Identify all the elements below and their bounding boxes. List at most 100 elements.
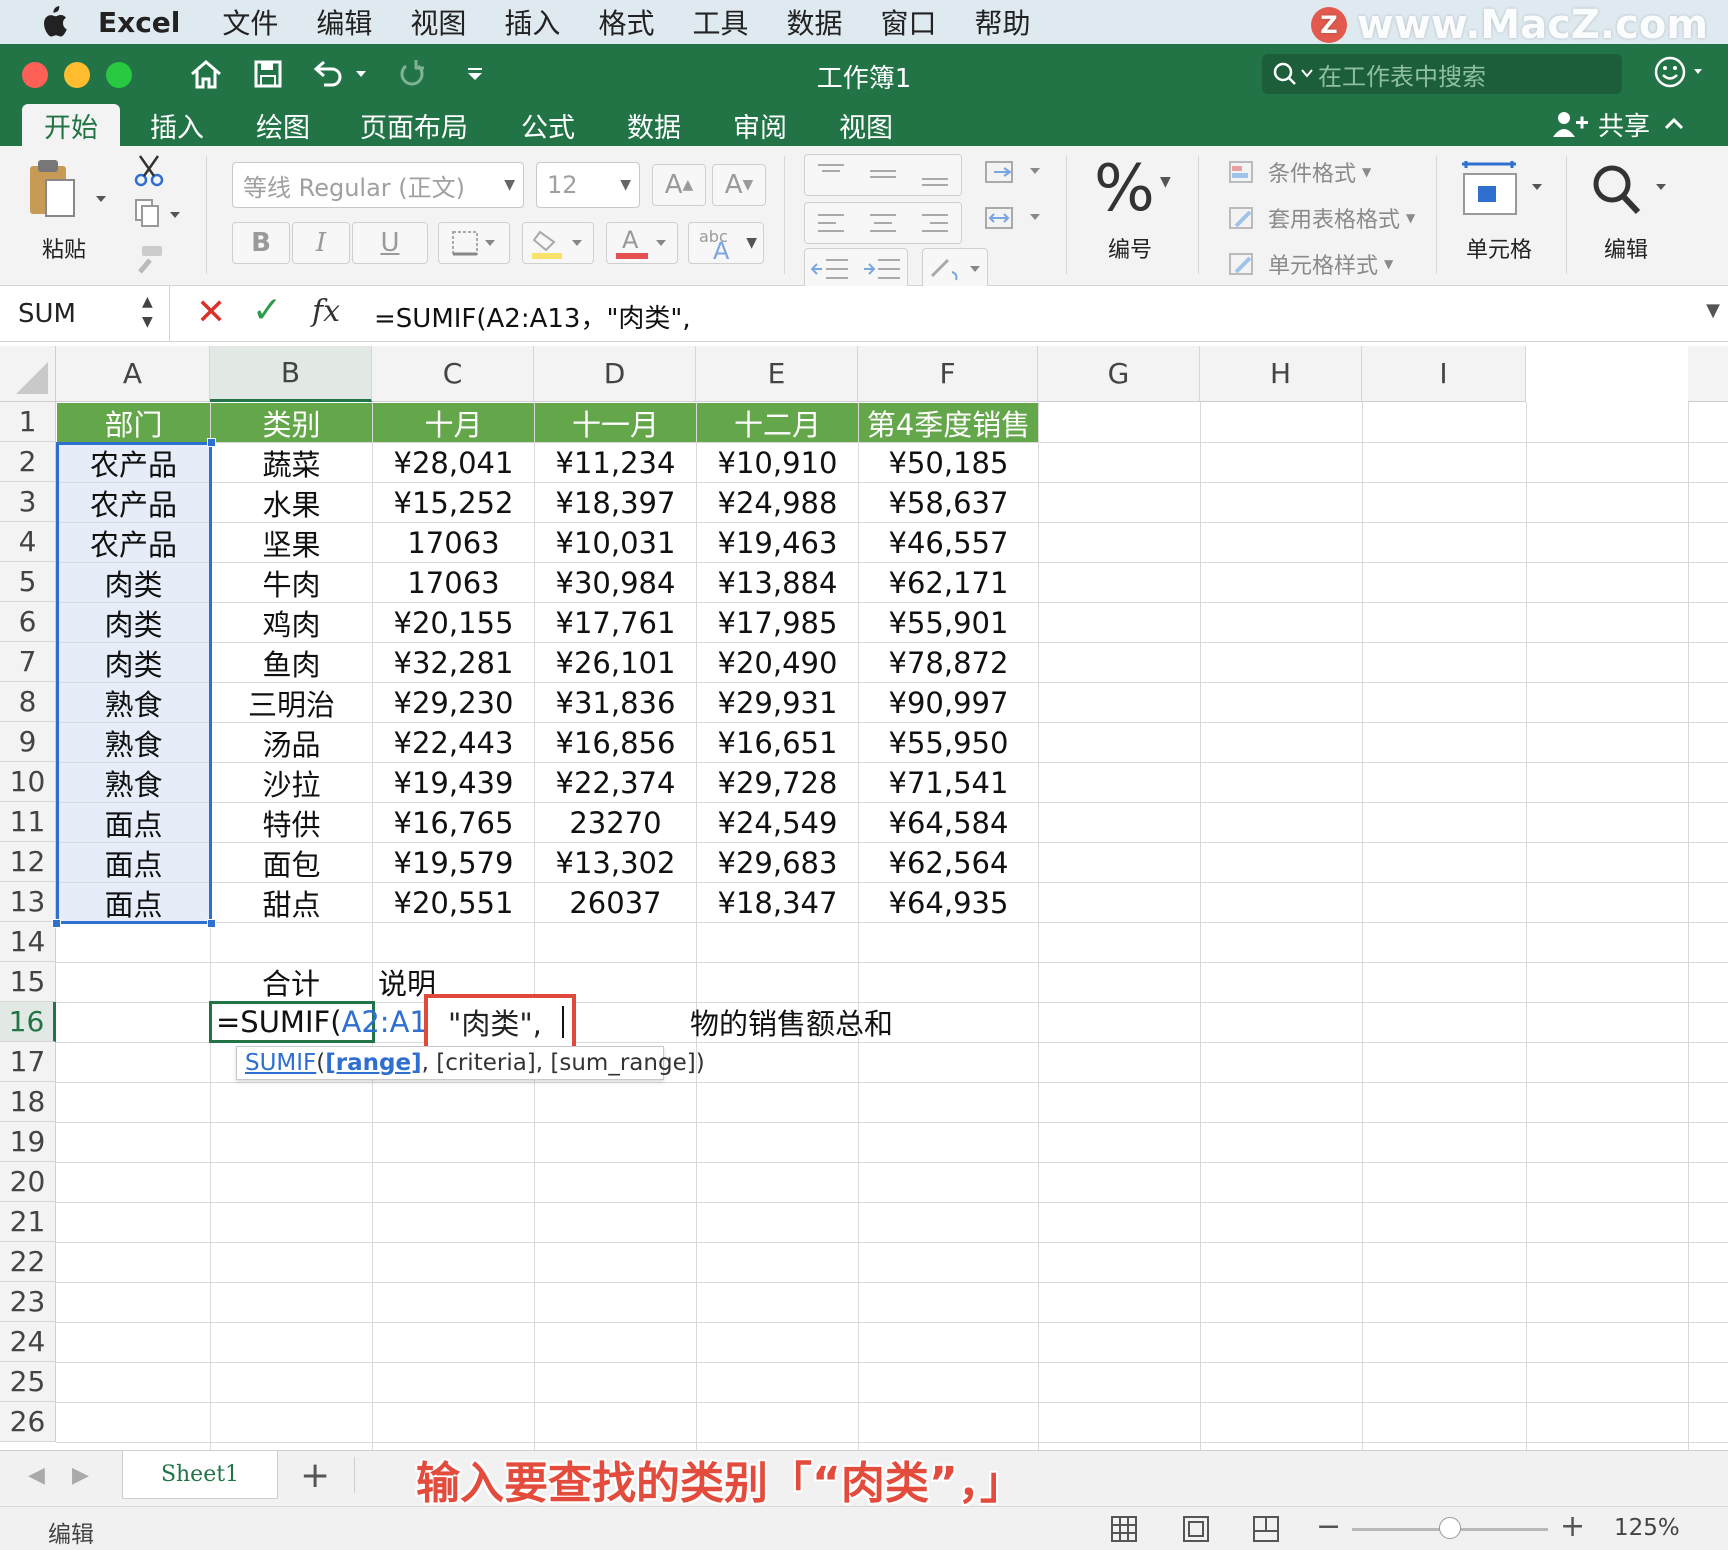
table-cell[interactable]: 三明治 bbox=[211, 683, 372, 722]
row-header-16[interactable]: 16 bbox=[0, 1002, 56, 1042]
table-cell[interactable]: ¥29,683 bbox=[697, 843, 858, 882]
table-cell[interactable]: ¥62,171 bbox=[859, 563, 1038, 602]
table-cell[interactable]: ¥18,397 bbox=[535, 483, 696, 522]
column-header-g[interactable]: G bbox=[1038, 346, 1200, 402]
table-cell[interactable]: 特供 bbox=[211, 803, 372, 842]
collapse-ribbon-icon[interactable] bbox=[1650, 112, 1690, 136]
row-header-17[interactable]: 17 bbox=[0, 1042, 56, 1082]
header-cell[interactable]: 十一月 bbox=[535, 403, 696, 442]
table-cell[interactable]: ¥29,728 bbox=[697, 763, 858, 802]
table-cell[interactable]: ¥46,557 bbox=[859, 523, 1038, 562]
table-cell[interactable]: ¥20,551 bbox=[373, 883, 534, 922]
table-cell[interactable]: 17063 bbox=[373, 563, 534, 602]
format-painter-icon[interactable] bbox=[130, 242, 166, 280]
table-cell[interactable]: ¥55,950 bbox=[859, 723, 1038, 762]
header-cell[interactable]: 第4季度销售 bbox=[859, 403, 1038, 442]
table-cell[interactable]: ¥16,856 bbox=[535, 723, 696, 762]
table-cell[interactable]: 蔬菜 bbox=[211, 443, 372, 482]
table-cell[interactable]: ¥11,234 bbox=[535, 443, 696, 482]
table-cell[interactable]: ¥22,443 bbox=[373, 723, 534, 762]
row-header-9[interactable]: 9 bbox=[0, 722, 56, 762]
row-header-10[interactable]: 10 bbox=[0, 762, 56, 802]
tab-draw[interactable]: 绘图 bbox=[236, 104, 330, 146]
column-header-a[interactable]: A bbox=[56, 346, 210, 402]
cell-edit-text[interactable]: =SUMIF(A2:A13 bbox=[216, 1002, 446, 1042]
row-header-19[interactable]: 19 bbox=[0, 1122, 56, 1162]
tab-formulas[interactable]: 公式 bbox=[500, 104, 596, 146]
row-header-14[interactable]: 14 bbox=[0, 922, 56, 962]
table-cell[interactable]: 水果 bbox=[211, 483, 372, 522]
merge-cells-icon[interactable] bbox=[984, 202, 1044, 240]
table-cell[interactable]: ¥19,439 bbox=[373, 763, 534, 802]
table-cell[interactable]: 鱼肉 bbox=[211, 643, 372, 682]
row-header-25[interactable]: 25 bbox=[0, 1362, 56, 1402]
wrap-text-icon[interactable] bbox=[984, 156, 1044, 194]
feedback-smiley-icon[interactable] bbox=[1652, 54, 1708, 94]
underline-button[interactable]: U bbox=[352, 222, 428, 264]
header-cell[interactable]: 部门 bbox=[57, 403, 210, 442]
page-break-view-icon[interactable] bbox=[1250, 1513, 1282, 1549]
table-cell[interactable]: ¥71,541 bbox=[859, 763, 1038, 802]
font-color-button[interactable]: A bbox=[606, 222, 678, 264]
borders-button[interactable] bbox=[438, 222, 510, 264]
table-cell[interactable]: ¥50,185 bbox=[859, 443, 1038, 482]
row-header-22[interactable]: 22 bbox=[0, 1242, 56, 1282]
tab-view[interactable]: 视图 bbox=[818, 104, 914, 146]
name-box-stepper-icon[interactable]: ▲ ▼ bbox=[142, 292, 153, 332]
row-header-2[interactable]: 2 bbox=[0, 442, 56, 482]
table-cell[interactable]: ¥64,584 bbox=[859, 803, 1038, 842]
row-header-11[interactable]: 11 bbox=[0, 802, 56, 842]
select-all-button[interactable] bbox=[0, 346, 56, 402]
tooltip-range-arg[interactable]: [range] bbox=[325, 1050, 421, 1076]
table-cell[interactable]: ¥24,988 bbox=[697, 483, 858, 522]
header-cell[interactable]: 十月 bbox=[373, 403, 534, 442]
row-header-6[interactable]: 6 bbox=[0, 602, 56, 642]
table-cell[interactable]: ¥64,935 bbox=[859, 883, 1038, 922]
menu-format[interactable]: 格式 bbox=[598, 2, 654, 42]
zoom-out-button[interactable]: − bbox=[1316, 1509, 1341, 1544]
tab-review[interactable]: 审阅 bbox=[712, 104, 808, 146]
menu-window[interactable]: 窗口 bbox=[880, 2, 936, 42]
tab-page-layout[interactable]: 页面布局 bbox=[352, 104, 476, 146]
table-cell[interactable]: 牛肉 bbox=[211, 563, 372, 602]
table-cell[interactable]: ¥16,765 bbox=[373, 803, 534, 842]
row-header-7[interactable]: 7 bbox=[0, 642, 56, 682]
column-header-i[interactable]: I bbox=[1362, 346, 1526, 402]
row-header-5[interactable]: 5 bbox=[0, 562, 56, 602]
range-handle[interactable] bbox=[207, 438, 216, 447]
previous-sheet-icon[interactable]: ◀ bbox=[28, 1463, 45, 1488]
number-format-icon[interactable]: % bbox=[1094, 152, 1155, 226]
table-cell[interactable]: ¥31,836 bbox=[535, 683, 696, 722]
column-header-h[interactable]: H bbox=[1200, 346, 1362, 402]
menu-data[interactable]: 数据 bbox=[786, 2, 842, 42]
table-cell[interactable]: 沙拉 bbox=[211, 763, 372, 802]
table-cell[interactable]: ¥16,651 bbox=[697, 723, 858, 762]
find-icon[interactable] bbox=[1590, 164, 1670, 224]
row-header-1[interactable]: 1 bbox=[0, 402, 56, 442]
expand-formula-bar-icon[interactable]: ▼ bbox=[1706, 300, 1720, 321]
table-cell[interactable]: ¥10,910 bbox=[697, 443, 858, 482]
row-header-13[interactable]: 13 bbox=[0, 882, 56, 922]
chevron-down-icon[interactable]: ▼ bbox=[1160, 174, 1171, 190]
vertical-align-group[interactable] bbox=[804, 154, 962, 196]
menu-file[interactable]: 文件 bbox=[222, 2, 278, 42]
conditional-format-button[interactable]: 条件格式 ▼ bbox=[1226, 156, 1371, 188]
horizontal-align-group[interactable] bbox=[804, 202, 962, 244]
sheet-tab-sheet1[interactable]: Sheet1 bbox=[122, 1451, 278, 1499]
cut-icon[interactable] bbox=[132, 154, 166, 192]
column-header-f[interactable]: F bbox=[858, 346, 1038, 402]
format-as-table-button[interactable]: 套用表格格式 ▼ bbox=[1226, 202, 1415, 234]
paste-icon[interactable] bbox=[24, 156, 108, 230]
menu-insert[interactable]: 插入 bbox=[504, 2, 560, 42]
row-header-4[interactable]: 4 bbox=[0, 522, 56, 562]
sheet-search-input[interactable]: 在工作表中搜索 bbox=[1262, 54, 1622, 94]
increase-font-button[interactable]: A ▲ bbox=[652, 164, 706, 206]
enter-formula-button[interactable]: ✓ bbox=[252, 290, 282, 331]
column-header-c[interactable]: C bbox=[372, 346, 534, 402]
table-cell[interactable]: ¥18,347 bbox=[697, 883, 858, 922]
header-cell[interactable]: 类别 bbox=[211, 403, 372, 442]
row-header-8[interactable]: 8 bbox=[0, 682, 56, 722]
fill-color-button[interactable] bbox=[522, 222, 594, 264]
table-cell[interactable]: 汤品 bbox=[211, 723, 372, 762]
orientation-button[interactable] bbox=[922, 248, 988, 290]
